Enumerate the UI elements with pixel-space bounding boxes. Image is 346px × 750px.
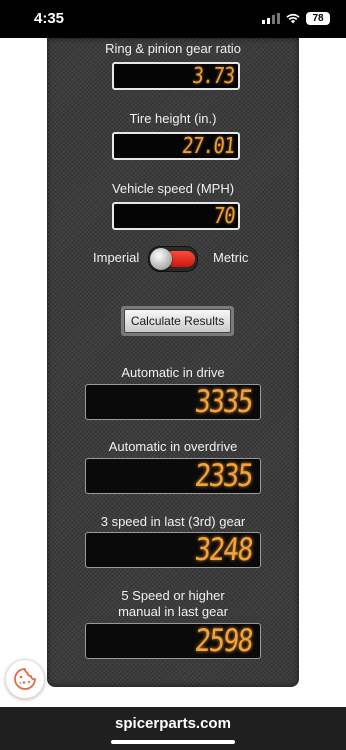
cookie-settings-button[interactable] [5,659,45,699]
five-speed-display: 2598 [85,623,261,659]
automatic-overdrive-display: 2335 [85,458,261,494]
status-bar: 4:35 78 [0,0,346,38]
calculate-results-label: Calculate Results [124,309,231,333]
three-speed-value: 3248 [193,532,254,568]
metric-label: Metric [213,250,249,265]
five-speed-label-line1: 5 Speed or higher [121,588,225,603]
gear-ratio-input[interactable]: 3.73 [112,62,240,90]
home-indicator[interactable] [111,740,235,744]
wifi-icon [286,13,300,24]
automatic-drive-label: Automatic in drive [121,365,225,380]
automatic-drive-display: 3335 [85,384,261,420]
status-icons: 78 [262,12,330,25]
automatic-overdrive-value: 2335 [193,458,254,494]
url-text[interactable]: spicerparts.com [0,715,346,732]
automatic-drive-value: 3335 [193,384,254,420]
imperial-label: Imperial [93,250,140,265]
calculate-results-button[interactable]: Calculate Results [121,306,234,336]
toggle-knob [150,248,172,270]
units-toggle[interactable] [148,246,198,272]
five-speed-label-line2: manual in last gear [118,604,228,619]
tire-height-value: 27.01 [180,134,236,159]
rpm-calculator-panel: Ring & pinion gear ratio 3.73 Tire heigh… [47,38,299,687]
tire-height-label: Tire height (in.) [129,111,217,126]
signal-icon [262,13,280,24]
three-speed-display: 3248 [85,532,261,568]
gear-ratio-value: 3.73 [191,64,236,89]
cookie-icon [14,668,36,690]
vehicle-speed-input[interactable]: 70 [112,202,240,230]
tire-height-input[interactable]: 27.01 [112,132,240,160]
three-speed-label: 3 speed in last (3rd) gear [100,514,246,529]
vehicle-speed-value: 70 [211,204,236,229]
automatic-overdrive-label: Automatic in overdrive [108,439,238,454]
gear-ratio-label: Ring & pinion gear ratio [105,41,241,56]
vehicle-speed-label: Vehicle speed (MPH) [111,181,235,196]
status-time: 4:35 [34,10,65,27]
five-speed-value: 2598 [193,623,254,659]
battery-icon: 78 [306,12,330,25]
